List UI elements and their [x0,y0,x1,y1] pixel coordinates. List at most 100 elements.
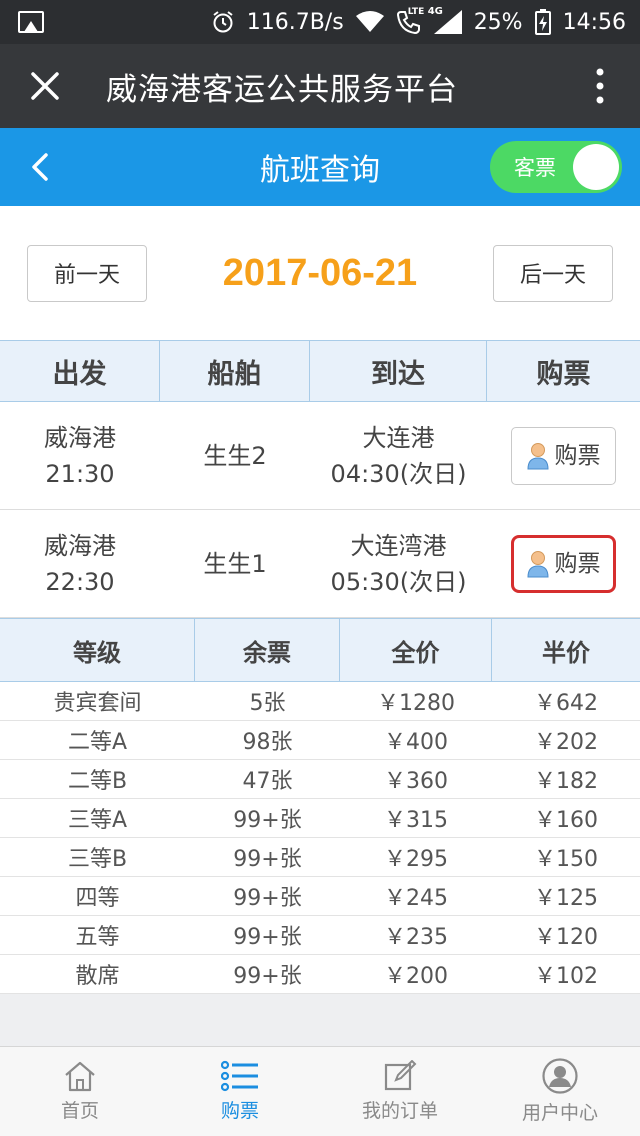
buy-ticket-label: 购票 [554,550,601,577]
header-half-price: 半价 [542,638,590,667]
selected-date: 2017-06-21 [222,251,418,294]
next-day-button[interactable]: 后一天 [493,244,613,302]
tab-label: 购票 [220,1100,259,1122]
ticket-type-toggle[interactable]: 客票 [490,141,622,193]
full-price: ￥200 [384,964,448,989]
tab-label: 用户中心 [521,1102,598,1124]
arrive-port: 大连湾港 [350,531,447,560]
prev-day-button[interactable]: 前一天 [27,244,147,302]
clock-time: 14:56 [562,9,626,35]
full-price: ￥295 [384,847,448,872]
full-price: ￥400 [384,730,448,755]
image-notification-icon [18,11,44,33]
arrive-cell: 大连湾港 05:30(次日) [310,528,487,600]
remaining-tickets: 5张 [249,691,286,716]
full-price: ￥360 [384,769,448,794]
chevron-left-icon [32,153,48,181]
ship-name: 生生1 [203,549,267,578]
full-price: ￥245 [384,886,448,911]
bottom-tab-bar: 首页 购票 我的订单 用户中心 [0,1046,640,1136]
toggle-label: 客票 [514,156,556,180]
tab-user-center[interactable]: 用户中心 [480,1047,640,1136]
alarm-icon [211,10,235,34]
call-icon: LTE [396,7,425,35]
person-icon [526,442,549,469]
buy-ticket-button[interactable]: 购票 [511,426,616,485]
cabin-row: 二等B 47张 ￥360 ￥182 [0,760,640,799]
half-price: ￥642 [534,691,598,716]
half-price: ￥125 [534,886,598,911]
header-ship: 船舶 [160,341,310,401]
more-vertical-icon [596,68,604,104]
depart-port: 威海港 [44,531,116,560]
cabin-class: 三等A [67,808,128,833]
header-buy: 购票 [536,358,591,390]
status-bar: 116.7B/s LTE 4G 25% 14:56 [0,0,640,44]
arrive-cell: 大连港 04:30(次日) [310,420,487,492]
buy-ticket-label: 购票 [554,442,601,469]
depart-cell: 威海港 21:30 [0,420,160,492]
tab-buy-ticket[interactable]: 购票 [160,1047,320,1136]
back-button[interactable] [0,128,80,206]
ship-name: 生生2 [203,441,267,470]
nav-header: 航班查询 客票 [0,128,640,206]
page: 116.7B/s LTE 4G 25% 14:56 威海港客运公共服务平台 航班… [0,0,640,1136]
depart-cell: 威海港 22:30 [0,528,160,600]
half-price: ￥160 [534,808,598,833]
cabin-row: 三等B 99+张 ￥295 ￥150 [0,838,640,877]
remaining-tickets: 99+张 [233,964,302,989]
header-depart: 出发 [0,341,160,401]
battery-charging-icon [534,9,551,35]
voyage-table-header: 出发 船舶 到达 购票 [0,340,640,402]
lte-label: LTE [407,7,425,17]
home-icon [65,1061,95,1092]
tab-home[interactable]: 首页 [0,1047,160,1136]
cabin-row: 四等 99+张 ￥245 ￥125 [0,877,640,916]
close-button[interactable] [0,44,90,128]
buy-ticket-button-selected[interactable]: 购票 [511,534,616,593]
tab-label: 我的订单 [361,1100,438,1122]
tab-label: 首页 [60,1100,99,1122]
cabin-row: 五等 99+张 ￥235 ￥120 [0,916,640,955]
header-full-price: 全价 [340,619,492,681]
half-price: ￥150 [534,847,598,872]
arrive-port: 大连港 [362,423,435,452]
date-navigation: 前一天 2017-06-21 后一天 [0,206,640,340]
depart-port: 威海港 [44,423,116,452]
signal-icon: 4G [428,6,462,34]
buy-cell: 购票 [487,534,640,593]
more-menu-button[interactable] [560,44,640,128]
cabin-row: 贵宾套间 5张 ￥1280 ￥642 [0,682,640,721]
depart-time: 21:30 [45,459,115,488]
app-title: 威海港客运公共服务平台 [106,71,458,108]
full-price: ￥315 [384,808,448,833]
toggle-knob [573,144,619,190]
header-arrive: 到达 [310,341,487,401]
cabin-table-header: 等级 余票 全价 半价 [0,618,640,682]
cabin-row: 三等A 99+张 ￥315 ￥160 [0,799,640,838]
list-icon [221,1060,258,1092]
header-class: 等级 [0,619,195,681]
header-remaining: 余票 [195,619,340,681]
net-type-label: 4G [427,6,443,17]
cabin-row: 散席 99+张 ￥200 ￥102 [0,955,640,994]
cabin-class: 贵宾套间 [53,691,142,716]
cabin-class: 散席 [75,964,120,989]
remaining-tickets: 99+张 [233,925,302,950]
half-price: ￥202 [534,730,598,755]
cabin-class: 二等A [67,730,128,755]
cabin-rows: 贵宾套间 5张 ￥1280 ￥642 二等A 98张 ￥400 ￥202 二等B 47张 ￥360 ￥… [0,682,640,994]
tab-my-orders[interactable]: 我的订单 [320,1047,480,1136]
app-title-bar: 威海港客运公共服务平台 [0,44,640,128]
depart-time: 22:30 [45,567,115,596]
person-icon [526,550,549,577]
cabin-class: 五等 [75,925,120,950]
buy-cell: 购票 [487,426,640,485]
remaining-tickets: 99+张 [233,847,302,872]
remaining-tickets: 99+张 [233,886,302,911]
arrive-time: 05:30(次日) [330,567,467,596]
voyage-row: 威海港 21:30 生生2 大连港 04:30(次日) 购票 [0,402,640,510]
full-price: ￥1280 [377,691,455,716]
remaining-tickets: 47张 [242,769,293,794]
wifi-icon [355,11,384,33]
